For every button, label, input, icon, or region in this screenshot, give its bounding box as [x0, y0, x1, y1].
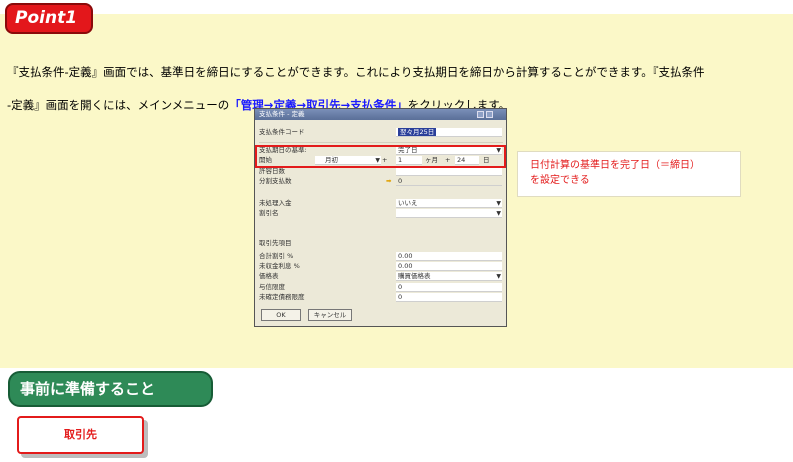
description-prefix: -定義』画面を開くには、メインメニューの — [7, 98, 230, 112]
tolerance-label: 許容日数 — [259, 167, 285, 175]
total-discount-label: 合計割引 % — [259, 252, 294, 260]
highlight-box — [255, 145, 506, 168]
interest-field[interactable]: 0.00 — [396, 262, 502, 271]
cancel-button[interactable]: キャンセル — [308, 309, 352, 321]
code-field[interactable]: 翌々月25日 — [396, 128, 502, 137]
divider — [259, 142, 503, 143]
price-list-value: 購買価格表 — [398, 272, 431, 280]
price-list-select[interactable]: 購買価格表 ▼ — [396, 272, 502, 281]
credit-limit-field[interactable]: 0 — [396, 283, 502, 292]
callout-box: 日付計算の基準日を完了日（＝締日） を設定できる — [517, 151, 741, 197]
ok-button[interactable]: OK — [261, 309, 301, 321]
callout-line-1: 日付計算の基準日を完了日（＝締日） — [530, 160, 700, 171]
credit-limit-label: 与信限度 — [259, 283, 285, 291]
maximize-icon[interactable] — [486, 111, 493, 118]
commit-limit-field[interactable]: 0 — [396, 293, 502, 302]
open-incoming-label: 未処理入金 — [259, 199, 292, 207]
chevron-down-icon: ▼ — [496, 210, 501, 217]
total-discount-field[interactable]: 0.00 — [396, 252, 502, 261]
prep-heading: 事前に準備すること — [8, 371, 213, 407]
installments-field: 0 — [396, 177, 502, 186]
price-list-label: 価格表 — [259, 272, 279, 280]
interest-label: 未収金利息 % — [259, 262, 300, 270]
discount-label: 割引名 — [259, 209, 279, 217]
minimize-icon[interactable] — [477, 111, 484, 118]
code-value: 翌々月25日 — [398, 128, 437, 136]
payment-terms-dialog: 支払条件 - 定義 支払条件コード 翌々月25日 支払期日の基準: 完了日 ▼ … — [254, 108, 507, 327]
callout-line-2: を設定できる — [530, 175, 590, 186]
open-incoming-select[interactable]: いいえ ▼ — [396, 199, 502, 208]
code-label: 支払条件コード — [259, 128, 305, 136]
installments-label: 分割支払数 — [259, 177, 292, 185]
point-badge: Point1 — [5, 3, 93, 34]
chevron-down-icon: ▼ — [496, 200, 501, 207]
discount-select[interactable]: ▼ — [396, 209, 502, 218]
chevron-down-icon: ▼ — [496, 273, 501, 280]
open-incoming-value: いいえ — [398, 199, 418, 207]
description-line-1: 『支払条件-定義』画面では、基準日を締日にすることができます。これにより支払期日… — [7, 65, 705, 79]
dialog-title: 支払条件 - 定義 — [259, 110, 305, 118]
link-arrow-icon[interactable]: ➡ — [386, 177, 391, 186]
business-partner-button[interactable]: 取引先 — [17, 416, 144, 454]
commit-limit-label: 未確定債務限度 — [259, 293, 305, 301]
dialog-titlebar: 支払条件 - 定義 — [255, 109, 506, 120]
bp-section-title: 取引先項目 — [259, 239, 292, 247]
tolerance-field[interactable] — [396, 167, 502, 176]
